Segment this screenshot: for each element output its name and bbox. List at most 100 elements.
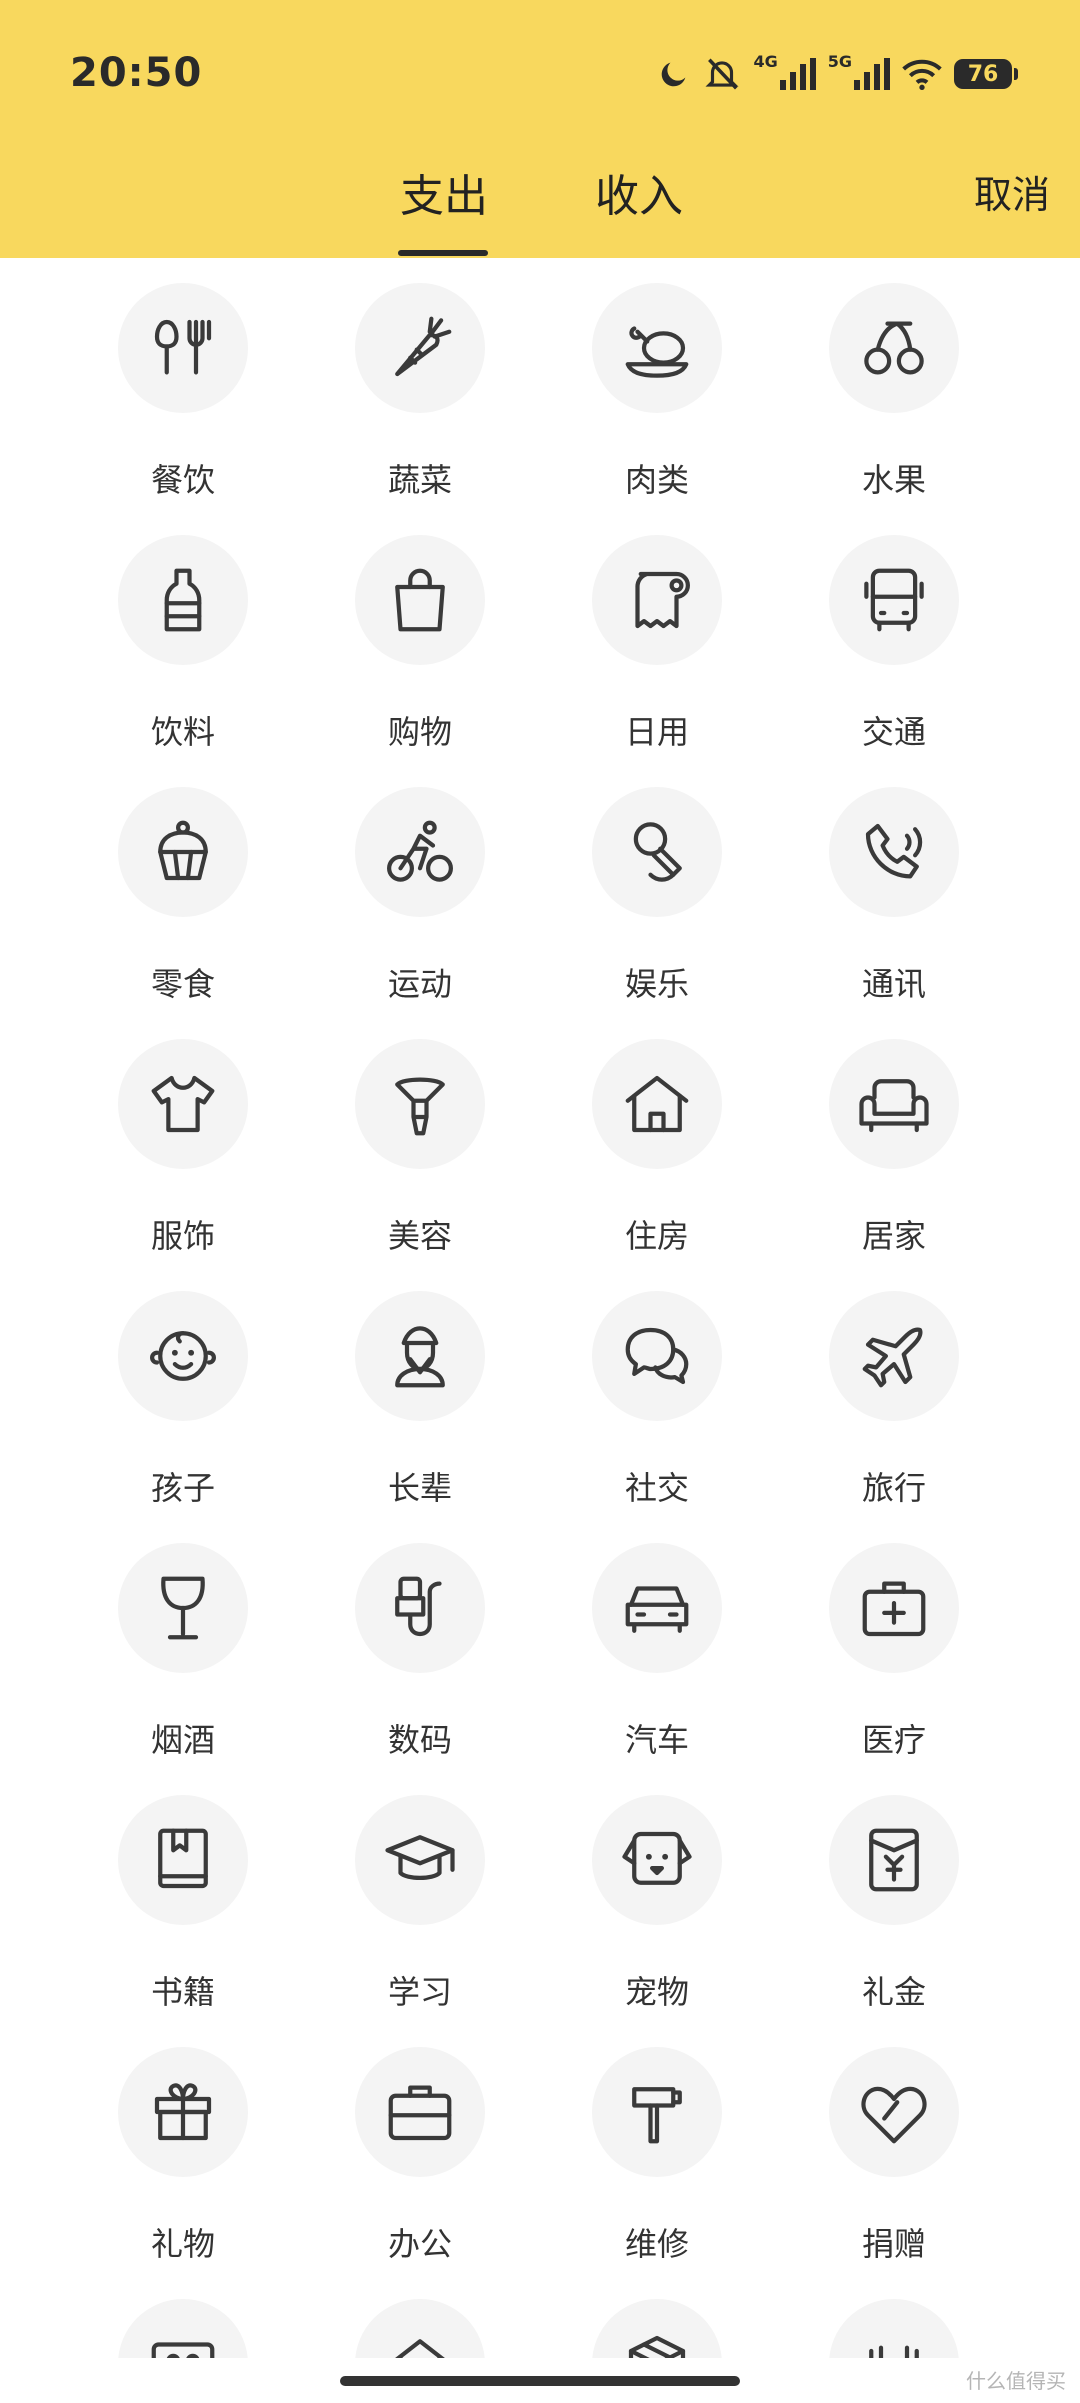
category-item[interactable]: 通讯 — [804, 787, 984, 1003]
category-label: 通讯 — [861, 965, 926, 1003]
category-item[interactable]: 学习 — [330, 1795, 510, 2011]
category-label: 礼物 — [150, 2225, 215, 2263]
category-icon-circle — [118, 1291, 248, 1421]
category-icon-circle — [355, 1039, 485, 1169]
category-icon-circle — [829, 535, 959, 665]
category-icon-circle — [592, 2047, 722, 2177]
usb-cable-icon — [395, 1576, 442, 1637]
chat-bubbles-icon — [625, 1327, 689, 1385]
category-item[interactable]: 烟酒 — [93, 1543, 273, 1759]
tab-income[interactable]: 收入 — [593, 160, 685, 258]
category-item[interactable]: 社交 — [567, 1291, 747, 1507]
makeup-brush-icon — [395, 1077, 445, 1136]
header-bar: 20:50 4G 5G 76 支出 收入 取消 — [0, 0, 1080, 258]
watermark: 什么值得买 — [966, 2369, 1066, 2393]
category-item[interactable]: 美容 — [330, 1039, 510, 1255]
cancel-button[interactable]: 取消 — [974, 164, 1050, 219]
toilet-paper-icon — [635, 571, 690, 629]
home-indicator[interactable] — [340, 2376, 740, 2386]
briefcase-icon — [388, 2085, 452, 2141]
category-label: 办公 — [387, 2225, 452, 2263]
category-item[interactable]: 汽车 — [567, 1543, 747, 1759]
category-label: 旅行 — [861, 1469, 926, 1507]
category-item[interactable]: 捐赠 — [804, 2047, 984, 2263]
book-icon — [158, 1828, 208, 1889]
category-label: 孩子 — [150, 1469, 215, 1507]
category-label: 服饰 — [150, 1217, 215, 1255]
signal-bars-icon — [779, 58, 816, 90]
category-item[interactable]: 餐饮 — [93, 283, 273, 499]
category-icon-circle — [592, 1291, 722, 1421]
category-item[interactable]: 零食 — [93, 787, 273, 1003]
heart-icon — [861, 2086, 927, 2144]
category-item[interactable]: 礼物 — [93, 2047, 273, 2263]
red-envelope-icon — [869, 1828, 919, 1892]
category-item[interactable]: 长辈 — [330, 1291, 510, 1507]
category-item[interactable]: 礼金 — [804, 1795, 984, 2011]
category-label: 烟酒 — [150, 1721, 215, 1759]
category-icon-circle — [355, 1291, 485, 1421]
category-item[interactable]: 娱乐 — [567, 787, 747, 1003]
category-icon-circle — [355, 1543, 485, 1673]
category-label: 蔬菜 — [387, 461, 452, 499]
category-item[interactable]: 交通 — [804, 535, 984, 751]
navigation-bar — [0, 2358, 1080, 2403]
signal-bars-icon — [854, 58, 890, 90]
shopping-bag-icon — [395, 568, 445, 632]
category-icon-circle — [118, 1795, 248, 1925]
category-icon-circle — [829, 1543, 959, 1673]
category-icon-circle — [355, 535, 485, 665]
cupcake-icon — [158, 820, 208, 881]
category-item[interactable]: 住房 — [567, 1039, 747, 1255]
category-icon-circle — [355, 2047, 485, 2177]
hammer-icon — [632, 2087, 682, 2144]
category-label: 维修 — [624, 2225, 689, 2263]
category-item[interactable]: 孩子 — [93, 1291, 273, 1507]
cyclist-icon — [387, 820, 453, 882]
category-label: 零食 — [150, 965, 215, 1003]
category-item[interactable]: 宠物 — [567, 1795, 747, 2011]
microphone-icon — [633, 822, 682, 882]
category-item[interactable]: 购物 — [330, 535, 510, 751]
category-item[interactable]: 办公 — [330, 2047, 510, 2263]
category-item[interactable]: 蔬菜 — [330, 283, 510, 499]
category-label: 居家 — [861, 1217, 926, 1255]
category-item[interactable]: 旅行 — [804, 1291, 984, 1507]
category-icon-circle — [829, 1291, 959, 1421]
category-label: 学习 — [387, 1973, 452, 2011]
network-4g-label: 4G — [753, 52, 778, 71]
elder-icon — [395, 1326, 445, 1388]
status-time: 20:50 — [70, 50, 203, 96]
category-label: 购物 — [387, 713, 452, 751]
category-icon-circle — [592, 787, 722, 917]
baby-face-icon — [150, 1331, 216, 1381]
category-item[interactable]: 肉类 — [567, 283, 747, 499]
category-item[interactable]: 水果 — [804, 283, 984, 499]
category-icon-circle — [355, 1795, 485, 1925]
category-item[interactable]: 饮料 — [93, 535, 273, 751]
category-label: 运动 — [387, 965, 452, 1003]
category-icon-circle — [829, 283, 959, 413]
armchair-icon — [859, 1079, 929, 1133]
category-label: 医疗 — [861, 1721, 926, 1759]
tshirt-icon — [151, 1075, 215, 1133]
bus-icon — [864, 568, 924, 632]
category-item[interactable]: 居家 — [804, 1039, 984, 1255]
graduation-cap-icon — [385, 1835, 455, 1880]
tab-expense[interactable]: 支出 — [398, 160, 490, 258]
category-label: 住房 — [624, 1217, 689, 1255]
category-icon-circle — [118, 535, 248, 665]
category-item[interactable]: 维修 — [567, 2047, 747, 2263]
category-item[interactable]: 医疗 — [804, 1543, 984, 1759]
phone-icon — [865, 823, 923, 879]
category-item[interactable]: 书籍 — [93, 1795, 273, 2011]
category-item[interactable]: 日用 — [567, 535, 747, 751]
category-item[interactable]: 数码 — [330, 1543, 510, 1759]
car-icon — [625, 1586, 689, 1633]
category-icon-circle — [829, 787, 959, 917]
mute-bell-icon — [705, 58, 739, 90]
category-item[interactable]: 服饰 — [93, 1039, 273, 1255]
category-item[interactable]: 运动 — [330, 787, 510, 1003]
network-5g-label: 5G — [827, 52, 852, 71]
category-icon-circle — [118, 787, 248, 917]
